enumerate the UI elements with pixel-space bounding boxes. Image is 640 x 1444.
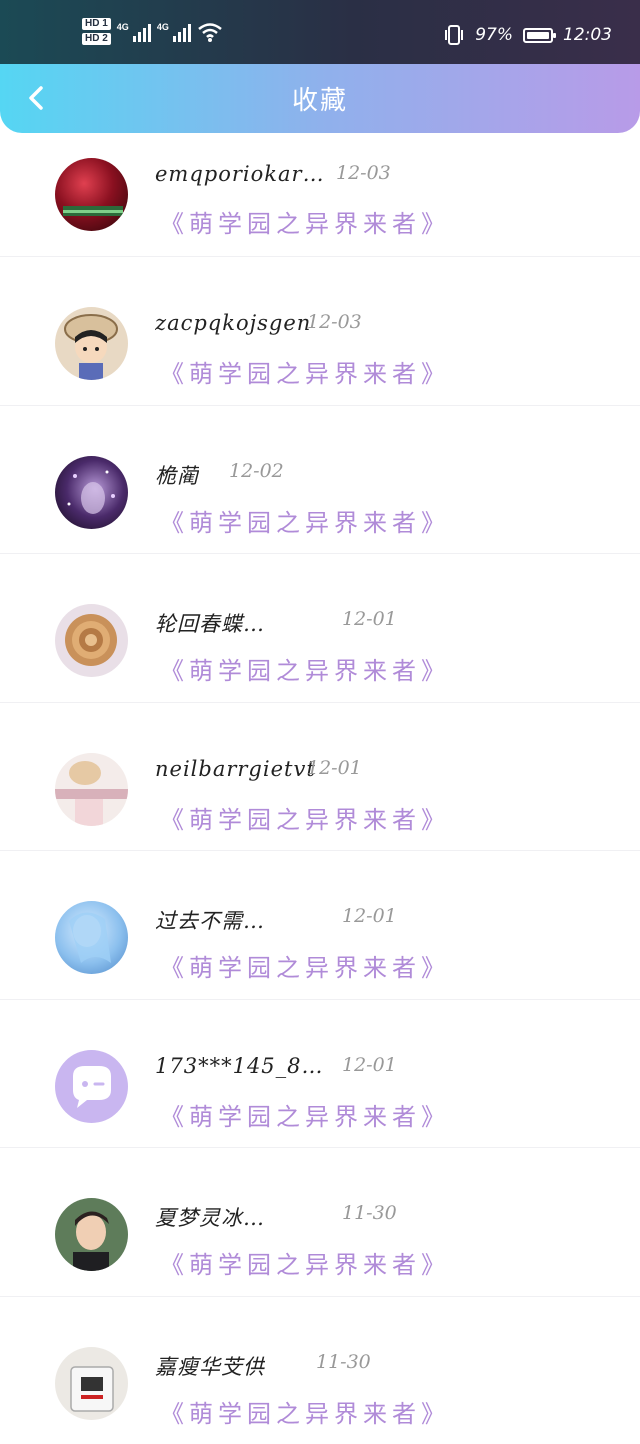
date: 11-30 <box>342 1202 397 1224</box>
user-name[interactable]: 过去不需… <box>155 905 265 935</box>
vibrate-icon <box>443 24 465 46</box>
book-title[interactable]: 《萌学园之异界来者》 <box>160 503 450 538</box>
status-right: 97% 12:03 <box>443 24 612 46</box>
list-item[interactable]: 桅蔺 12-02 《萌学园之异界来者》 <box>0 406 640 555</box>
favorites-list: emqporiokarmani 12-03 《萌学园之异界来者》 zacpqko… <box>0 150 640 1444</box>
user-name[interactable]: 嘉瘦华芠供 <box>155 1351 265 1381</box>
signal-2: 4G <box>157 22 191 42</box>
book-title[interactable]: 《萌学园之异界来者》 <box>160 204 450 239</box>
clock: 12:03 <box>563 25 612 45</box>
list-item[interactable]: 过去不需… 12-01 《萌学园之异界来者》 <box>0 851 640 1000</box>
avatar-image <box>55 753 128 826</box>
book-title[interactable]: 《萌学园之异界来者》 <box>160 1394 450 1429</box>
date: 12-02 <box>229 460 284 482</box>
avatar[interactable] <box>55 307 128 380</box>
avatar[interactable] <box>55 1050 128 1123</box>
date: 12-01 <box>342 1054 397 1076</box>
list-item[interactable]: neilbarrgietvt 12-01 《萌学园之异界来者》 <box>0 703 640 852</box>
hd2-badge: HD 2 <box>82 33 111 45</box>
avatar-image <box>55 604 128 677</box>
avatar-image <box>55 456 128 529</box>
book-title[interactable]: 《萌学园之异界来者》 <box>160 1245 450 1280</box>
date: 12-03 <box>336 162 391 184</box>
signal-1: 4G <box>117 22 151 42</box>
status-bar: HD 1 HD 2 4G 4G 97% <box>0 0 640 64</box>
signal-bars-icon <box>173 22 191 42</box>
list-item[interactable]: 173***145_82… 12-01 《萌学园之异界来者》 <box>0 1000 640 1149</box>
book-title[interactable]: 《萌学园之异界来者》 <box>160 800 450 835</box>
user-name[interactable]: 173***145_82… <box>155 1054 325 1078</box>
avatar[interactable] <box>55 1347 128 1420</box>
wifi-icon <box>197 21 223 43</box>
user-name[interactable]: 轮回春蝶… <box>155 608 265 638</box>
battery-percent: 97% <box>475 25 513 45</box>
avatar-image <box>55 1198 128 1271</box>
nav-bar: 收藏 <box>0 64 640 133</box>
user-name[interactable]: zacpqkojsgen <box>155 311 311 335</box>
signal-bars-icon <box>133 22 151 42</box>
network-type-2: 4G <box>157 22 169 32</box>
hd1-badge: HD 1 <box>82 18 111 30</box>
date: 12-01 <box>307 757 362 779</box>
user-name[interactable]: neilbarrgietvt <box>155 757 316 781</box>
avatar[interactable] <box>55 753 128 826</box>
battery-icon <box>523 28 553 43</box>
book-title[interactable]: 《萌学园之异界来者》 <box>160 948 450 983</box>
avatar[interactable] <box>55 1198 128 1271</box>
list-item[interactable]: 轮回春蝶… 12-01 《萌学园之异界来者》 <box>0 554 640 703</box>
user-name[interactable]: emqporiokarmani <box>155 162 325 186</box>
avatar-image <box>55 1347 128 1420</box>
date: 12-03 <box>307 311 362 333</box>
avatar-image <box>55 158 128 231</box>
avatar[interactable] <box>55 901 128 974</box>
date: 12-01 <box>342 905 397 927</box>
default-avatar-icon <box>55 1050 128 1123</box>
avatar-image <box>55 307 128 380</box>
avatar[interactable] <box>55 158 128 231</box>
list-item[interactable]: zacpqkojsgen 12-03 《萌学园之异界来者》 <box>0 257 640 406</box>
hd-badges: HD 1 HD 2 <box>82 18 111 45</box>
page-title: 收藏 <box>0 80 640 117</box>
avatar[interactable] <box>55 456 128 529</box>
date: 11-30 <box>316 1351 371 1373</box>
user-name[interactable]: 夏梦灵冰… <box>155 1202 265 1232</box>
avatar-image <box>55 901 128 974</box>
list-item[interactable]: emqporiokarmani 12-03 《萌学园之异界来者》 <box>0 150 640 257</box>
network-type-1: 4G <box>117 22 129 32</box>
book-title[interactable]: 《萌学园之异界来者》 <box>160 354 450 389</box>
avatar[interactable] <box>55 604 128 677</box>
list-item[interactable]: 夏梦灵冰… 11-30 《萌学园之异界来者》 <box>0 1148 640 1297</box>
book-title[interactable]: 《萌学园之异界来者》 <box>160 1097 450 1132</box>
status-left: HD 1 HD 2 4G 4G <box>82 18 223 45</box>
date: 12-01 <box>342 608 397 630</box>
user-name[interactable]: 桅蔺 <box>155 460 199 490</box>
book-title[interactable]: 《萌学园之异界来者》 <box>160 651 450 686</box>
